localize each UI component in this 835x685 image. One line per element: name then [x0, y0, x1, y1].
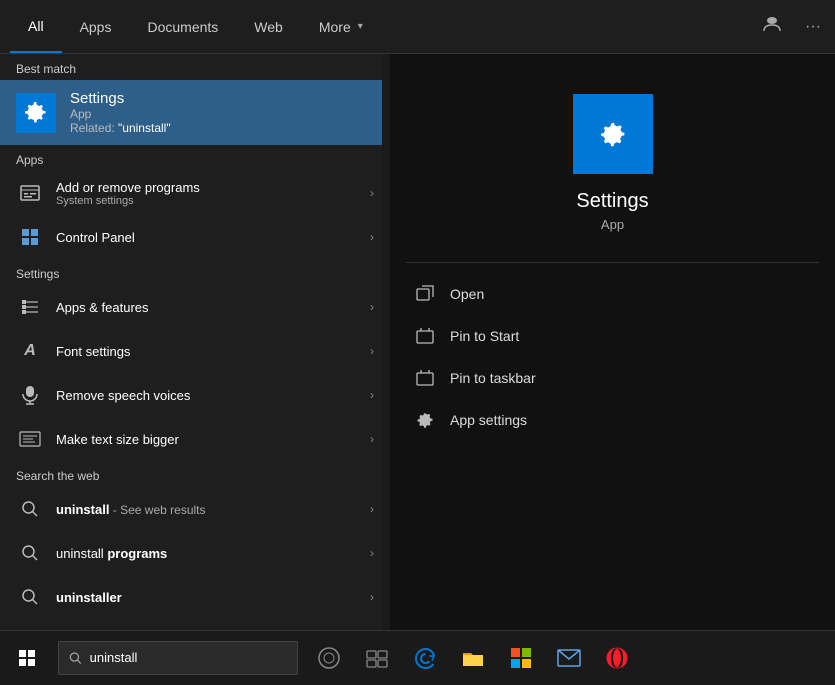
- left-panel: Best match Settings App Related: "uninst…: [0, 54, 390, 630]
- best-match-text: Settings App Related: "uninstall": [70, 90, 171, 135]
- arrow-icon: ›: [370, 344, 374, 358]
- list-item-web-uninstaller[interactable]: uninstaller ›: [0, 575, 390, 619]
- store-icon[interactable]: [498, 631, 544, 685]
- search-input[interactable]: [90, 650, 287, 665]
- taskbar: [0, 630, 835, 684]
- main-area: Best match Settings App Related: "uninst…: [0, 54, 835, 630]
- tab-all[interactable]: All: [10, 0, 62, 53]
- control-panel-icon: [16, 223, 44, 251]
- app-preview: Settings App: [390, 54, 835, 252]
- task-view-icon[interactable]: [354, 631, 400, 685]
- list-item-text: Add or remove programs System settings: [56, 180, 358, 207]
- chevron-down-icon: ▾: [358, 21, 363, 32]
- search-icon: [16, 495, 44, 523]
- pin-taskbar-icon: [414, 367, 436, 389]
- add-remove-title: Add or remove programs: [56, 180, 358, 195]
- text-size-icon: [16, 425, 44, 453]
- divider: [406, 262, 819, 263]
- app-preview-title: Settings: [576, 190, 648, 213]
- open-icon: [414, 283, 436, 305]
- font-settings-title: Font settings: [56, 344, 358, 359]
- arrow-icon: ›: [370, 186, 374, 200]
- arrow-icon: ›: [370, 432, 374, 446]
- tab-bar: All Apps Documents Web More ▾ ···: [0, 0, 835, 54]
- tab-more[interactable]: More ▾: [301, 0, 381, 53]
- mail-icon[interactable]: [546, 631, 592, 685]
- list-item-web-uninstall-edge[interactable]: uninstall microsoft edge ›: [0, 619, 390, 630]
- action-pin-taskbar[interactable]: Pin to taskbar: [398, 357, 827, 399]
- list-item-text-size[interactable]: Make text size bigger ›: [0, 417, 390, 461]
- list-item-add-remove[interactable]: Add or remove programs System settings ›: [0, 171, 390, 215]
- apps-section-label: Apps: [0, 145, 390, 171]
- speech-voices-title: Remove speech voices: [56, 388, 358, 403]
- web-uninstaller-title: uninstaller: [56, 590, 358, 605]
- list-item-font-settings[interactable]: A Font settings ›: [0, 329, 390, 373]
- web-uninstall-title: uninstall - See web results: [56, 502, 358, 517]
- arrow-icon: ›: [370, 502, 374, 516]
- best-match-related-text: "uninstall": [118, 121, 171, 135]
- add-remove-sub: System settings: [56, 195, 358, 207]
- user-icon[interactable]: [759, 11, 785, 42]
- apps-features-title: Apps & features: [56, 300, 358, 315]
- best-match-title: Settings: [70, 90, 171, 107]
- action-app-settings[interactable]: App settings: [398, 399, 827, 441]
- tab-bar-right: ···: [759, 11, 825, 42]
- arrow-icon: ›: [370, 546, 374, 560]
- right-panel: Settings App Open: [390, 54, 835, 630]
- more-options-icon[interactable]: ···: [801, 14, 825, 40]
- pin-start-icon: [414, 325, 436, 347]
- best-match-label: Best match: [0, 54, 390, 80]
- control-panel-text: Control Panel: [56, 230, 358, 245]
- search-icon: [16, 539, 44, 567]
- font-icon: A: [16, 337, 44, 365]
- taskbar-search-box[interactable]: [58, 641, 298, 675]
- opera-icon[interactable]: [594, 631, 640, 685]
- app-preview-type: App: [601, 217, 624, 232]
- best-match-sub: App: [70, 107, 171, 121]
- action-open-label: Open: [450, 286, 484, 302]
- app-preview-icon: [573, 94, 653, 174]
- action-pin-start[interactable]: Pin to Start: [398, 315, 827, 357]
- settings-section-label: Settings: [0, 259, 390, 285]
- list-item-web-uninstall-programs[interactable]: uninstall programs ›: [0, 531, 390, 575]
- start-button[interactable]: [0, 631, 54, 685]
- action-list: Open Pin to Start: [390, 273, 835, 441]
- settings-app-icon: [16, 93, 56, 133]
- text-size-title: Make text size bigger: [56, 432, 358, 447]
- tab-apps[interactable]: Apps: [62, 0, 130, 53]
- arrow-icon: ›: [370, 300, 374, 314]
- taskbar-search-icon: [69, 651, 82, 665]
- start-menu: All Apps Documents Web More ▾ ···: [0, 0, 835, 630]
- file-explorer-icon[interactable]: [450, 631, 496, 685]
- control-panel-title: Control Panel: [56, 230, 358, 245]
- best-match-item[interactable]: Settings App Related: "uninstall": [0, 80, 390, 145]
- microphone-icon: [16, 381, 44, 409]
- taskbar-app-icons: [306, 631, 640, 685]
- list-item-web-uninstall[interactable]: uninstall - See web results ›: [0, 487, 390, 531]
- arrow-icon: ›: [370, 388, 374, 402]
- search-web-label: Search the web: [0, 461, 390, 487]
- cortana-icon[interactable]: [306, 631, 352, 685]
- list-item-speech-voices[interactable]: Remove speech voices ›: [0, 373, 390, 417]
- web-programs-title: uninstall programs: [56, 546, 358, 561]
- app-settings-icon: [414, 409, 436, 431]
- action-pin-taskbar-label: Pin to taskbar: [450, 370, 536, 386]
- action-open[interactable]: Open: [398, 273, 827, 315]
- action-pin-start-label: Pin to Start: [450, 328, 519, 344]
- tab-web[interactable]: Web: [236, 0, 301, 53]
- arrow-icon: ›: [370, 230, 374, 244]
- arrow-icon: ›: [370, 590, 374, 604]
- add-remove-icon: [16, 179, 44, 207]
- apps-features-icon: [16, 293, 44, 321]
- list-item-control-panel[interactable]: Control Panel ›: [0, 215, 390, 259]
- list-item-apps-features[interactable]: Apps & features ›: [0, 285, 390, 329]
- best-match-related: Related: "uninstall": [70, 121, 171, 135]
- tab-documents[interactable]: Documents: [129, 0, 236, 53]
- search-icon: [16, 583, 44, 611]
- edge-icon[interactable]: [402, 631, 448, 685]
- action-app-settings-label: App settings: [450, 412, 527, 428]
